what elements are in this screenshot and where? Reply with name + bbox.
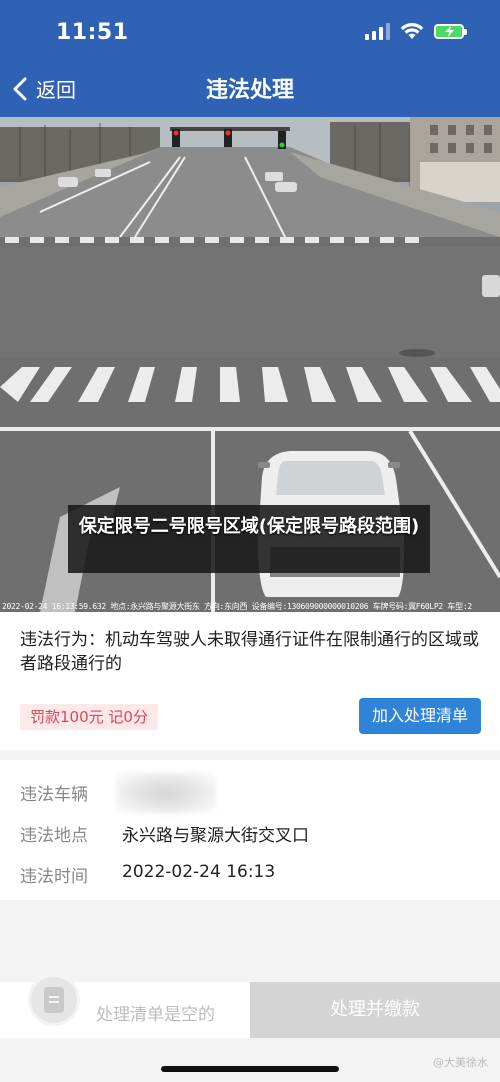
home-indicator	[161, 1066, 339, 1072]
location-label: 违法地点	[20, 826, 88, 846]
violation-photo[interactable]: 保定限号二号限号区域(保定限号路段范围) 2022-02-24 16:13:59…	[0, 117, 500, 612]
bottom-bar: 处理清单是空的 处理并缴款	[0, 974, 500, 1038]
wifi-icon	[400, 23, 424, 39]
photo-overlay-title: 保定限号二号限号区域(保定限号路段范围)	[68, 505, 430, 573]
status-icons	[365, 22, 467, 40]
violation-card: 违法行为：机动车驾驶人未取得通行证件在限制通行的区域或者路段通行的 罚款100元…	[0, 612, 500, 750]
violation-behavior: 违法行为：机动车驾驶人未取得通行证件在限制通行的区域或者路段通行的	[20, 630, 479, 674]
battery-charging-icon	[434, 23, 467, 39]
process-and-pay-button[interactable]: 处理并缴款	[250, 982, 500, 1038]
add-to-list-button[interactable]: 加入处理清单	[359, 698, 481, 734]
watermark: @大美徐水	[433, 1056, 488, 1069]
top-bar: 11:51 返回 违法处理	[0, 0, 500, 117]
vehicle-plate-blurred	[116, 772, 216, 814]
vehicle-label: 违法车辆	[20, 785, 88, 805]
fine-badge: 罚款100元 记0分	[20, 704, 158, 730]
location-value: 永兴路与聚源大街交叉口	[122, 826, 309, 846]
page-title: 违法处理	[205, 78, 294, 103]
list-icon	[44, 987, 64, 1013]
details-card: 违法车辆 违法地点 永兴路与聚源大街交叉口 违法时间 2022-02-24 16…	[0, 760, 500, 900]
processing-list-button[interactable]	[28, 974, 80, 1026]
status-time: 11:51	[56, 20, 129, 45]
photo-caption: 2022-02-24 16:13:59.632 地点:永兴路与聚源大街东 方向:…	[2, 602, 472, 611]
cellular-signal-icon	[365, 22, 390, 40]
time-value: 2022-02-24 16:13	[122, 862, 276, 882]
app-screen: 11:51 返回 违法处理 保定限号二号限号区域(保定限号路段范围) 2022-…	[0, 0, 500, 1082]
time-label: 违法时间	[20, 867, 88, 887]
empty-list-text: 处理清单是空的	[96, 1005, 215, 1025]
